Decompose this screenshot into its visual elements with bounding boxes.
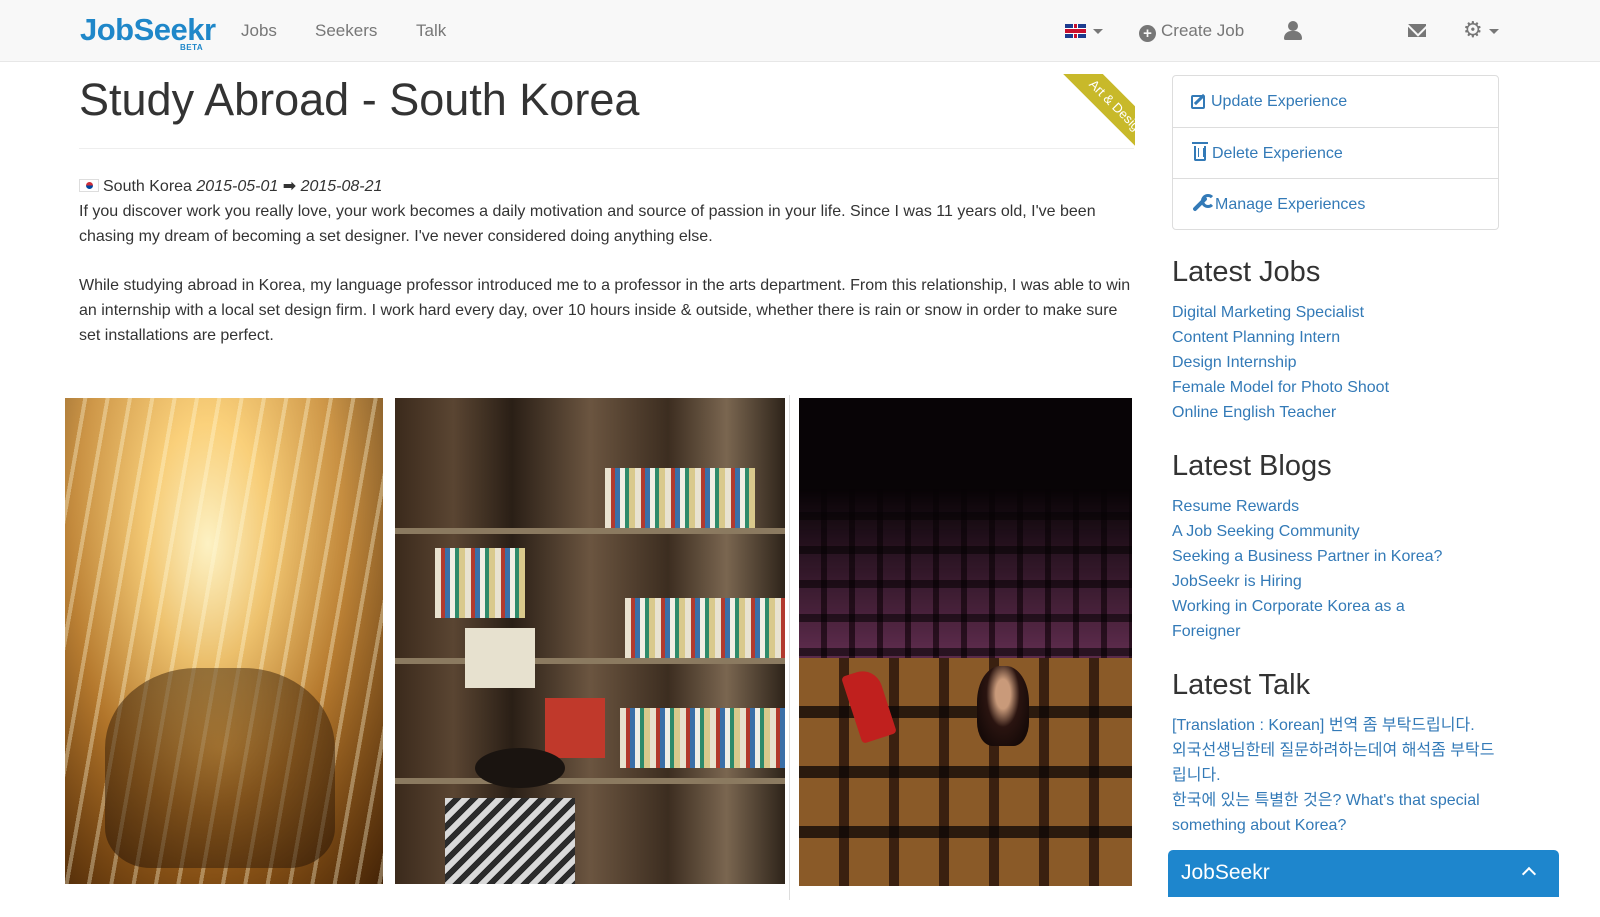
latest-blogs-heading: Latest Blogs — [1172, 450, 1332, 482]
experience-country: South Korea — [103, 178, 192, 195]
chat-bar[interactable]: JobSeekr — [1168, 850, 1559, 897]
experience-end-date: 2015-08-21 — [300, 178, 383, 195]
nav-talk[interactable]: Talk — [416, 21, 446, 41]
south-korea-flag-icon — [79, 179, 99, 192]
experience-start-date: 2015-05-01 — [196, 178, 279, 195]
trash-icon — [1192, 142, 1208, 161]
title-divider — [79, 148, 1134, 149]
delete-experience-link[interactable]: Delete Experience — [1173, 127, 1498, 178]
experience-actions-panel: Update Experience Delete Experience Mana… — [1172, 75, 1499, 230]
user-profile-button[interactable] — [1284, 21, 1302, 41]
arrow-right-icon: ➡ — [282, 178, 297, 195]
latest-blog-link[interactable]: Seeking a Business Partner in Korea? — [1172, 544, 1502, 569]
logo-text-job: Job — [80, 12, 134, 47]
chevron-up-icon[interactable] — [1521, 866, 1537, 882]
nav-jobs[interactable]: Jobs — [241, 21, 277, 41]
uk-flag-icon — [1065, 24, 1086, 38]
category-ribbon-label: Art & Design — [1054, 74, 1135, 171]
experience-paragraph-2: While studying abroad in Korea, my langu… — [79, 277, 1131, 344]
wrench-icon — [1191, 194, 1215, 212]
latest-talk-link[interactable]: [Translation : Korean] 번역 좀 부탁드립니다. — [1172, 713, 1502, 738]
latest-blog-link[interactable]: A Job Seeking Community — [1172, 519, 1502, 544]
plus-circle-icon: + — [1139, 25, 1156, 42]
photo-theater[interactable] — [799, 398, 1132, 886]
gallery-divider — [789, 395, 790, 900]
latest-blog-link[interactable]: Resume Rewards — [1172, 494, 1502, 519]
logo-text-seekr: Seekr — [133, 12, 216, 47]
latest-talk-list: [Translation : Korean] 번역 좀 부탁드립니다. 외국선생… — [1172, 713, 1502, 848]
beta-badge: BETA — [180, 43, 204, 52]
latest-job-link[interactable]: Online English Teacher — [1172, 400, 1502, 425]
experience-paragraph-1: If you discover work you really love, yo… — [79, 203, 1096, 245]
latest-job-link[interactable]: Content Planning Intern — [1172, 325, 1502, 350]
latest-job-link[interactable]: Female Model for Photo Shoot — [1172, 375, 1502, 400]
latest-blogs-list: Resume Rewards A Job Seeking Community S… — [1172, 494, 1502, 644]
latest-blog-link[interactable]: Working in Corporate Korea as a Foreigne… — [1172, 594, 1432, 644]
update-experience-label: Update Experience — [1211, 93, 1348, 110]
latest-talk-heading: Latest Talk — [1172, 669, 1311, 701]
photo-carousel[interactable] — [65, 398, 383, 884]
user-icon — [1288, 21, 1298, 31]
latest-blog-link[interactable]: JobSeekr is Hiring — [1172, 569, 1502, 594]
nav-seekers[interactable]: Seekers — [315, 21, 377, 41]
experience-meta: South Korea 2015-05-01 ➡ 2015-08-21 — [79, 177, 382, 197]
chat-bar-title: JobSeekr — [1181, 861, 1270, 884]
delete-experience-label: Delete Experience — [1212, 145, 1343, 162]
latest-job-link[interactable]: Digital Marketing Specialist — [1172, 300, 1502, 325]
settings-dropdown[interactable]: ⚙ — [1463, 17, 1503, 42]
latest-jobs-list: Digital Marketing Specialist Content Pla… — [1172, 300, 1502, 425]
latest-jobs-heading: Latest Jobs — [1172, 256, 1321, 288]
latest-talk-link[interactable]: 한국에 있는 특별한 것은? What's that special somet… — [1172, 788, 1502, 838]
language-dropdown[interactable] — [1065, 23, 1105, 39]
manage-experiences-link[interactable]: Manage Experiences — [1173, 178, 1498, 229]
caret-down-icon — [1489, 29, 1499, 34]
page-title: Study Abroad - South Korea — [79, 74, 640, 125]
edit-icon — [1191, 95, 1205, 109]
photo-bookshelf[interactable] — [395, 398, 785, 884]
top-navbar: JobSeekr BETA Jobs Seekers Talk + Create … — [0, 0, 1600, 62]
jobseekr-logo[interactable]: JobSeekr BETA — [80, 12, 216, 52]
mail-icon[interactable] — [1408, 24, 1426, 37]
gear-icon: ⚙ — [1463, 17, 1483, 42]
latest-job-link[interactable]: Design Internship — [1172, 350, 1502, 375]
latest-talk-link[interactable]: 외국선생님한테 질문하려하는데여 해석좀 부탁드립니다. — [1172, 738, 1502, 788]
update-experience-link[interactable]: Update Experience — [1173, 76, 1498, 127]
create-job-label: Create Job — [1161, 21, 1245, 40]
caret-down-icon — [1093, 29, 1103, 34]
manage-experiences-label: Manage Experiences — [1215, 196, 1366, 213]
category-ribbon: Art & Design — [1030, 74, 1135, 179]
create-job-button[interactable]: + Create Job — [1139, 21, 1244, 42]
